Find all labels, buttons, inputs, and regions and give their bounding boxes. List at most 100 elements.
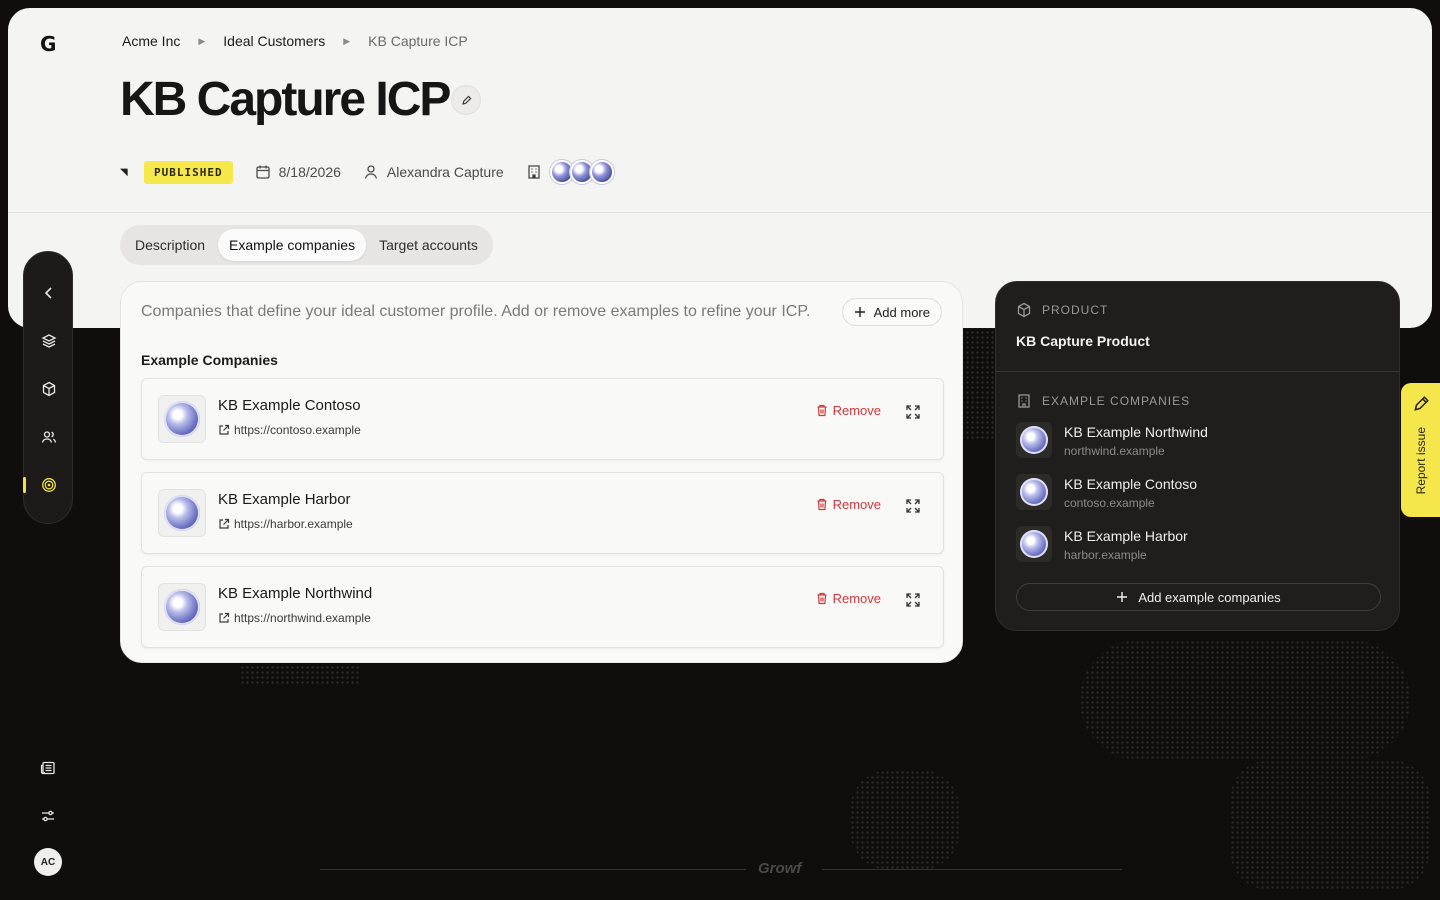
footer-rule xyxy=(320,869,746,870)
header-divider xyxy=(8,212,1432,213)
chevron-left-icon xyxy=(44,287,52,299)
product-header: PRODUCT xyxy=(1016,302,1108,318)
company-logo xyxy=(158,583,206,631)
breadcrumb-acme[interactable]: Acme Inc xyxy=(122,33,180,49)
product-label: PRODUCT xyxy=(1042,303,1109,317)
newspaper-icon xyxy=(40,761,55,775)
company-logo xyxy=(1016,526,1052,562)
side-example-name: KB Example Harbor xyxy=(1064,528,1188,544)
expand-icon[interactable] xyxy=(905,592,921,608)
company-row[interactable]: KB Example Northwind https://northwind.e… xyxy=(141,566,944,648)
globe-icon xyxy=(164,589,200,625)
owner-text: Alexandra Capture xyxy=(386,164,504,180)
side-example-domain: northwind.example xyxy=(1064,444,1165,458)
backdrop-dots xyxy=(1230,760,1430,890)
remove-button[interactable]: Remove xyxy=(816,591,881,606)
add-more-label: Add more xyxy=(873,304,930,320)
status-badge: PUBLISHED xyxy=(144,160,233,184)
globe-icon xyxy=(1020,478,1048,506)
user-avatar[interactable]: AC xyxy=(34,848,62,876)
remove-button[interactable]: Remove xyxy=(816,497,881,512)
breadcrumb: Acme Inc ▶ Ideal Customers ▶ KB Capture … xyxy=(122,33,468,49)
expand-icon[interactable] xyxy=(905,404,921,420)
footer-brand: Growf xyxy=(758,860,802,877)
company-logo xyxy=(158,395,206,443)
user-icon xyxy=(364,165,378,179)
trash-icon xyxy=(817,404,827,417)
globe-icon xyxy=(164,401,200,437)
company-row[interactable]: KB Example Contoso https://contoso.examp… xyxy=(141,378,944,460)
company-url: https://contoso.example xyxy=(234,423,361,437)
remove-label: Remove xyxy=(832,591,881,606)
backdrop-dots xyxy=(960,320,1000,440)
news-button[interactable] xyxy=(34,756,62,780)
edit-title-button[interactable] xyxy=(451,85,481,115)
date-text: 8/18/2026 xyxy=(278,164,341,180)
breadcrumb-ideal-customers[interactable]: Ideal Customers xyxy=(223,33,325,49)
side-example-name: KB Example Northwind xyxy=(1064,424,1208,440)
company-logo xyxy=(1016,474,1052,510)
summary-panel: PRODUCT KB Capture Product EXAMPLE COMPA… xyxy=(995,281,1400,631)
company-name: KB Example Harbor xyxy=(218,491,351,508)
report-issue-button[interactable]: Report issue xyxy=(1401,383,1440,517)
globe-icon xyxy=(164,495,200,531)
backdrop-dots xyxy=(850,770,960,870)
app-logo[interactable]: G xyxy=(40,32,56,56)
company-name: KB Example Northwind xyxy=(218,585,373,602)
chevron-right-icon: ▶ xyxy=(198,35,206,46)
remove-label: Remove xyxy=(832,497,881,512)
company-url-link[interactable]: https://contoso.example xyxy=(218,423,361,437)
remove-button[interactable]: Remove xyxy=(816,403,881,418)
company-row[interactable]: KB Example Harbor https://harbor.example… xyxy=(141,472,944,554)
users-icon xyxy=(41,431,57,443)
product-name[interactable]: KB Capture Product xyxy=(1016,333,1150,349)
settings-button[interactable] xyxy=(34,804,62,828)
target-icon xyxy=(42,478,56,492)
plus-icon xyxy=(1117,592,1128,602)
chevron-right-icon: ▶ xyxy=(343,35,351,46)
examples-header: EXAMPLE COMPANIES xyxy=(1016,393,1190,409)
add-example-companies-button[interactable]: Add example companies xyxy=(1016,583,1381,611)
company-url-link[interactable]: https://northwind.example xyxy=(218,611,371,625)
sidebar-item-products[interactable] xyxy=(24,377,74,401)
tab-target-accounts[interactable]: Target accounts xyxy=(368,229,489,261)
external-link-icon xyxy=(219,612,230,623)
pencil-icon xyxy=(461,95,471,105)
section-label: Example Companies xyxy=(141,352,278,368)
tab-example-companies[interactable]: Example companies xyxy=(218,229,367,261)
company-url: https://harbor.example xyxy=(234,517,353,531)
example-companies-card: Companies that define your ideal custome… xyxy=(120,281,963,663)
add-example-label: Add example companies xyxy=(1138,589,1281,605)
trash-icon xyxy=(817,498,827,511)
companies-meta xyxy=(526,164,542,180)
side-example-name: KB Example Contoso xyxy=(1064,476,1198,492)
tab-description[interactable]: Description xyxy=(124,229,216,261)
building-icon xyxy=(1018,394,1030,408)
flag-icon: ◥ xyxy=(120,166,128,178)
expand-icon[interactable] xyxy=(905,498,921,514)
backdrop-dots xyxy=(1080,640,1410,760)
globe-icon xyxy=(1020,530,1048,558)
side-example-item[interactable]: KB Example Harbor harbor.example xyxy=(1016,526,1376,566)
sidebar-item-layers[interactable] xyxy=(24,329,74,353)
sidebar-item-people[interactable] xyxy=(24,425,74,449)
side-example-item[interactable]: KB Example Contoso contoso.example xyxy=(1016,474,1376,514)
external-link-icon xyxy=(219,424,230,435)
date-meta: 8/18/2026 xyxy=(255,164,341,180)
company-url: https://northwind.example xyxy=(234,611,371,625)
company-avatars[interactable] xyxy=(549,160,614,184)
side-example-domain: contoso.example xyxy=(1064,496,1155,510)
panel-divider xyxy=(996,371,1399,372)
company-url-link[interactable]: https://harbor.example xyxy=(218,517,353,531)
side-example-item[interactable]: KB Example Northwind northwind.example xyxy=(1016,422,1376,462)
meta-row: ◥ PUBLISHED 8/18/2026 Alexandra Capture xyxy=(120,159,614,185)
company-logo xyxy=(1016,422,1052,458)
sliders-icon xyxy=(42,810,54,822)
external-link-icon xyxy=(219,518,230,529)
collapse-sidebar-button[interactable] xyxy=(24,281,74,305)
calendar-icon xyxy=(255,165,270,179)
report-issue-label: Report issue xyxy=(1413,427,1428,495)
sidebar-item-icp[interactable] xyxy=(23,473,74,497)
add-more-button[interactable]: Add more xyxy=(841,298,942,326)
breadcrumb-current: KB Capture ICP xyxy=(368,33,468,49)
